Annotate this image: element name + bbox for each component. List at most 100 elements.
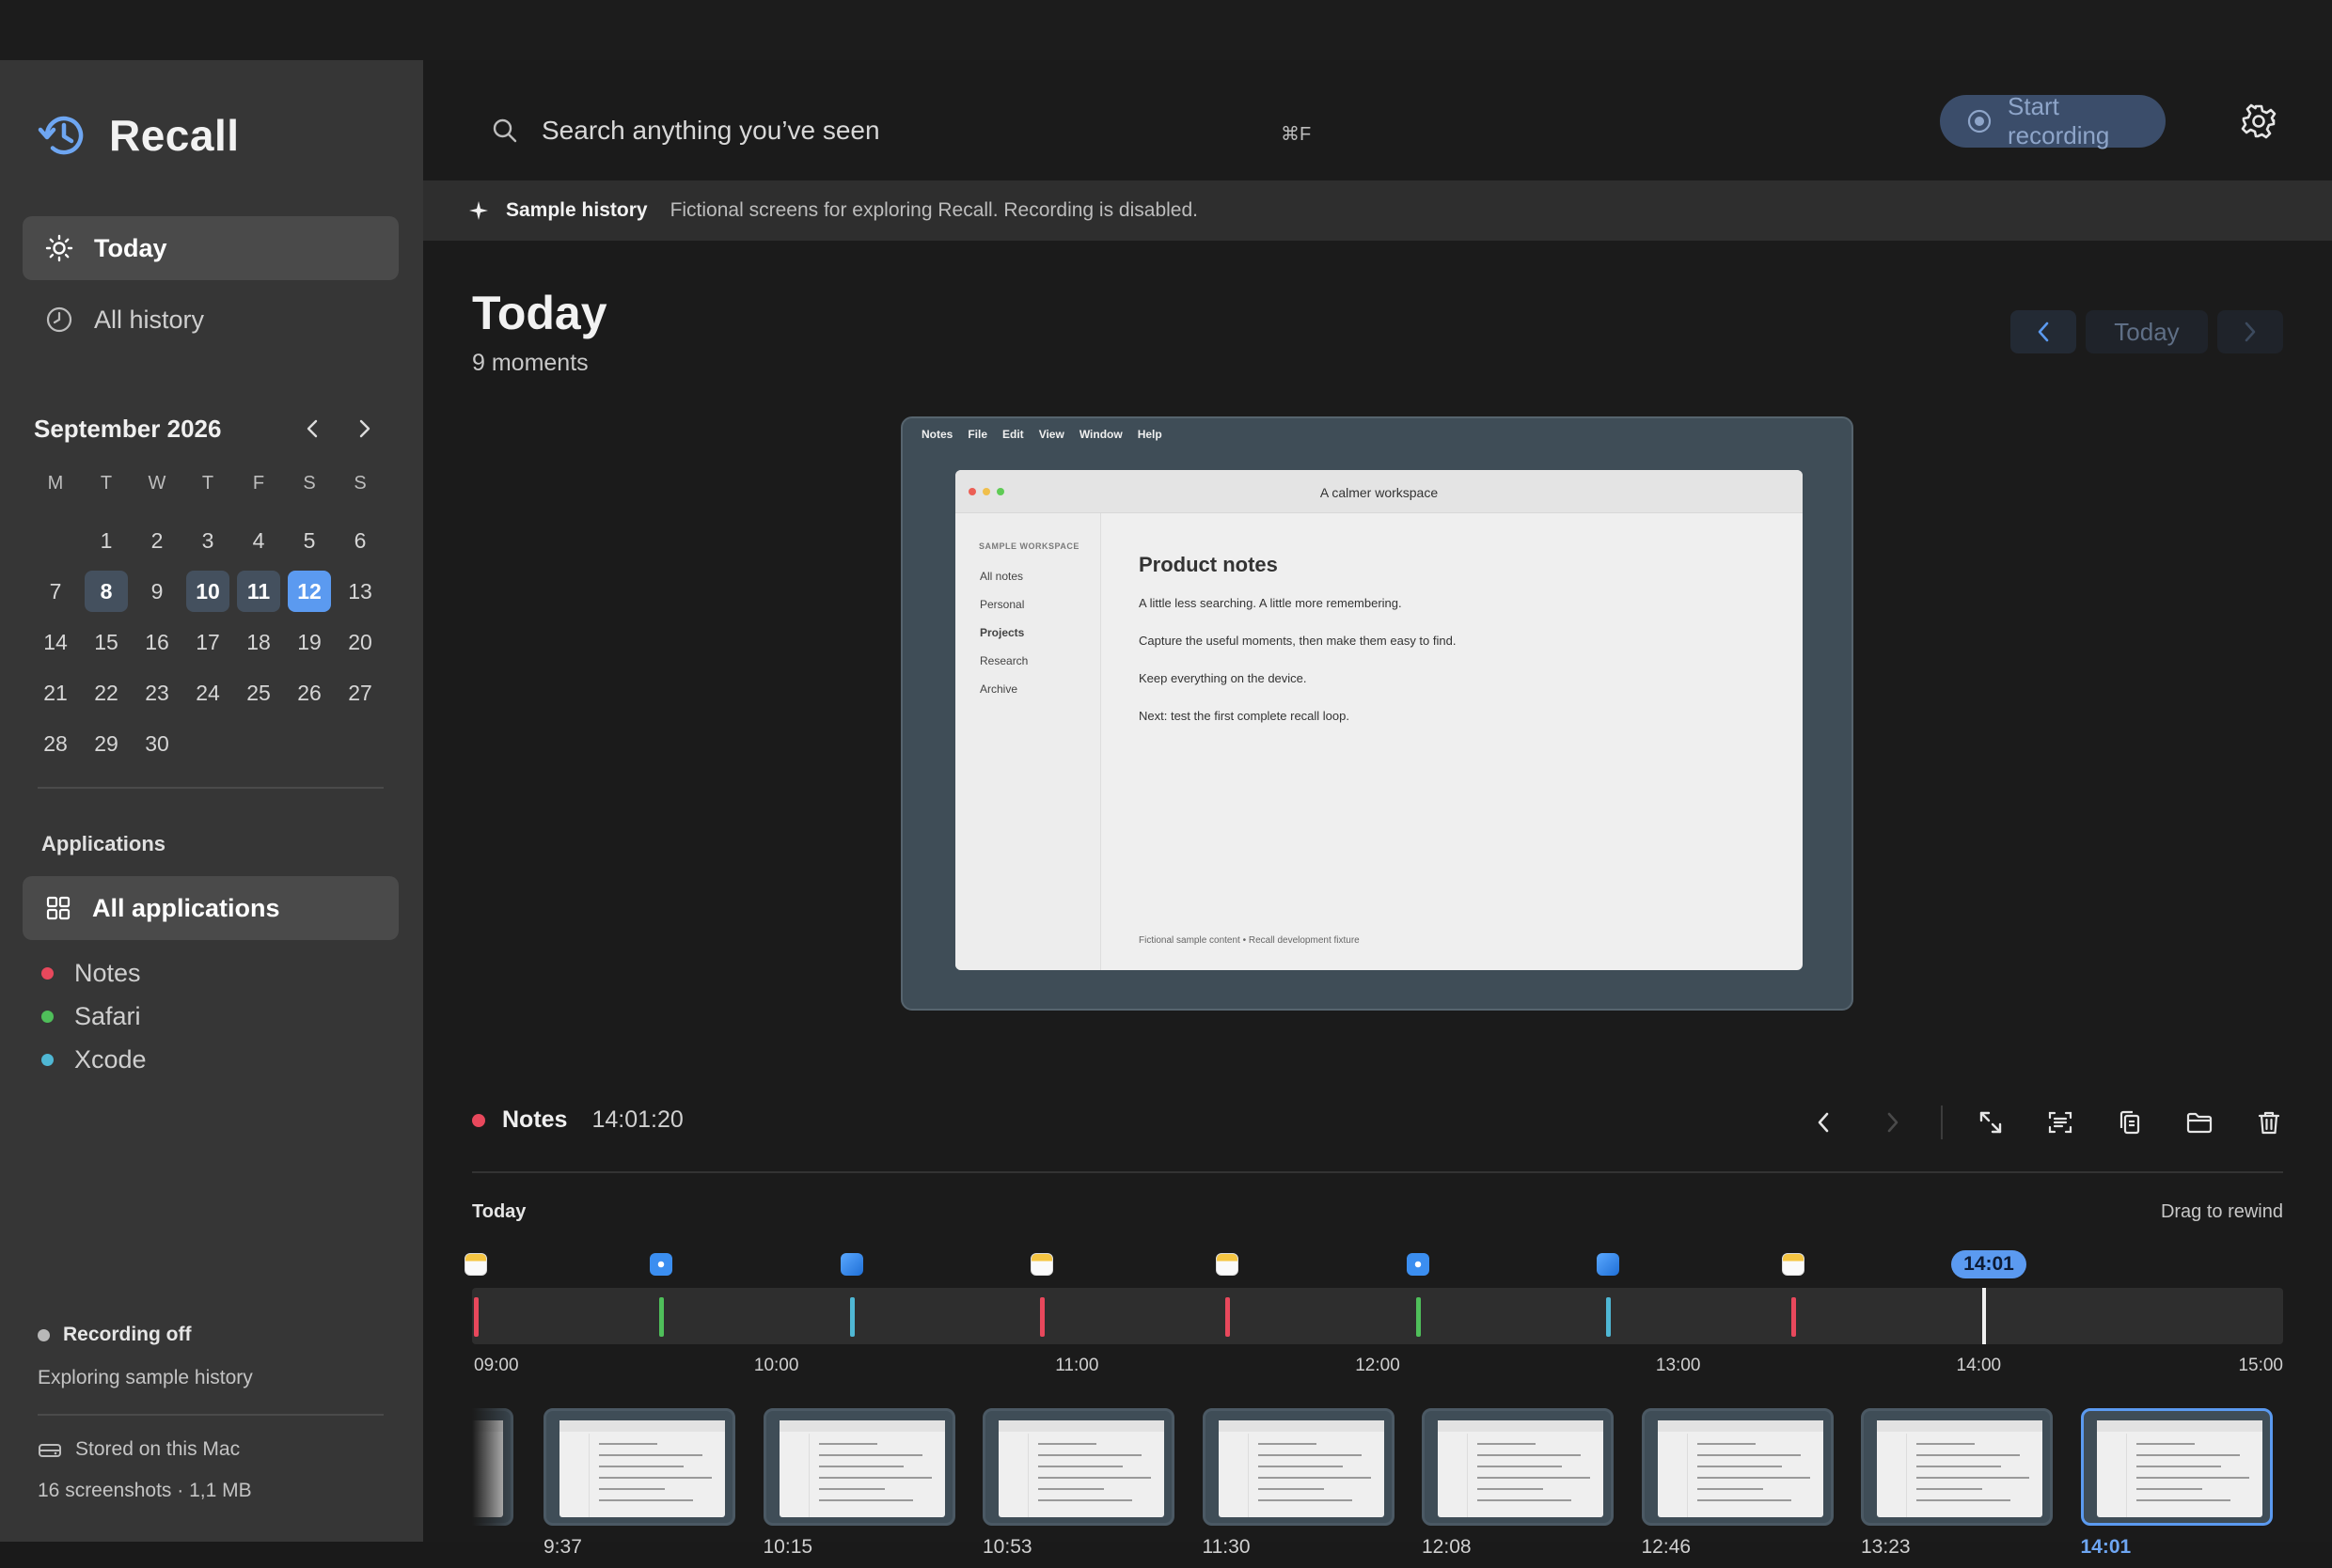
all-applications-item[interactable]: All applications <box>23 876 399 940</box>
calendar-day[interactable]: 25 <box>233 667 284 718</box>
extract-text-button[interactable] <box>2025 1104 2095 1141</box>
calendar-day[interactable]: 19 <box>284 617 335 667</box>
timeline-event-tick[interactable] <box>1791 1297 1797 1337</box>
calendar-day[interactable]: 22 <box>81 667 132 718</box>
calendar-day[interactable]: 28 <box>30 718 81 769</box>
screenshot-thumbnail[interactable] <box>1641 1408 1834 1526</box>
previous-day-button[interactable] <box>2010 310 2076 353</box>
calendar-day[interactable]: 5 <box>284 515 335 566</box>
moments-count: 9 moments <box>472 350 589 376</box>
calendar-day[interactable]: 14 <box>30 617 81 667</box>
safari-app-icon[interactable] <box>1406 1253 1429 1276</box>
calendar-day[interactable]: 8 <box>81 566 132 617</box>
preview-menu-item: Edit <box>1002 428 1024 441</box>
calendar-day[interactable]: 2 <box>132 515 182 566</box>
calendar-day[interactable]: 27 <box>335 667 386 718</box>
app-item-xcode[interactable]: Xcode <box>41 1045 147 1074</box>
notes-app-icon[interactable] <box>465 1253 487 1276</box>
notes-app-icon[interactable] <box>1216 1253 1239 1276</box>
screenshot-thumbnail[interactable] <box>2080 1408 2273 1526</box>
copy-button[interactable] <box>2095 1104 2165 1141</box>
timeline-event-tick[interactable] <box>1225 1297 1231 1337</box>
calendar-day[interactable]: 20 <box>335 617 386 667</box>
app-color-dot <box>41 1054 54 1066</box>
preview-line: A little less searching. A little more r… <box>1139 596 1402 610</box>
notes-app-icon[interactable] <box>1782 1253 1805 1276</box>
calendar-day[interactable]: 13 <box>335 566 386 617</box>
calendar-day[interactable]: 10 <box>182 566 233 617</box>
screenshot-preview[interactable]: Notes File Edit View Window Help A calmer wor… <box>901 416 1853 1011</box>
nav-all-history[interactable]: All history <box>23 288 399 352</box>
calendar-day[interactable]: 6 <box>335 515 386 566</box>
thumbnail-time: 12:46 <box>1641 1536 1692 1558</box>
calendar-day[interactable]: 29 <box>81 718 132 769</box>
thumbnail-time: 14:01 <box>2080 1536 2132 1558</box>
timeline-hint: Drag to rewind <box>2160 1201 2283 1222</box>
expand-button[interactable] <box>1956 1104 2025 1141</box>
next-moment-button[interactable] <box>1858 1104 1928 1141</box>
xcode-app-icon[interactable] <box>1597 1253 1620 1276</box>
calendar-day-selected[interactable]: 12 <box>284 566 335 617</box>
app-item-notes[interactable]: Notes <box>41 959 141 988</box>
timeline-event-tick[interactable] <box>659 1297 665 1337</box>
timeline-event-tick[interactable] <box>474 1297 479 1337</box>
settings-button[interactable] <box>2240 102 2277 140</box>
timeline-event-tick[interactable] <box>1040 1297 1046 1337</box>
calendar-day[interactable]: 17 <box>182 617 233 667</box>
timeline-track[interactable] <box>472 1288 2283 1344</box>
calendar-next-month-button[interactable] <box>339 410 391 447</box>
timeline-event-tick[interactable] <box>1606 1297 1612 1337</box>
screenshot-thumbnail[interactable] <box>983 1408 1174 1526</box>
start-recording-button[interactable]: Start recording <box>1940 92 2166 149</box>
moment-info: Notes 14:01:20 <box>472 1106 684 1134</box>
banner-description: Fictional screens for exploring Recall. … <box>670 199 1198 221</box>
notes-app-icon[interactable] <box>1031 1253 1054 1276</box>
screenshot-thumbnail[interactable] <box>763 1408 955 1526</box>
calendar-day[interactable]: 18 <box>233 617 284 667</box>
safari-app-icon[interactable] <box>650 1253 673 1276</box>
search-bar[interactable] <box>491 103 1337 158</box>
previous-moment-button[interactable] <box>1788 1104 1858 1141</box>
calendar-prev-month-button[interactable] <box>286 410 339 447</box>
calendar-day[interactable]: 15 <box>81 617 132 667</box>
calendar-day[interactable]: 11 <box>233 566 284 617</box>
reveal-in-folder-button[interactable] <box>2165 1104 2234 1141</box>
timeline-hour-labels: 09:00 10:00 11:00 12:00 13:00 14:00 15:00 <box>472 1356 2283 1384</box>
timeline-event-tick[interactable] <box>849 1297 855 1337</box>
app-item-safari[interactable]: Safari <box>41 1002 141 1031</box>
calendar-day[interactable]: 7 <box>30 566 81 617</box>
next-day-button[interactable] <box>2217 310 2283 353</box>
calendar-day[interactable]: 21 <box>30 667 81 718</box>
clock-icon <box>45 306 73 334</box>
screenshot-thumbnail[interactable] <box>1861 1408 2053 1526</box>
timeline-current-time: 14:01 <box>1951 1250 2026 1278</box>
timeline-playhead[interactable] <box>1981 1288 1986 1344</box>
jump-to-today-button[interactable]: Today <box>2086 310 2208 353</box>
screenshot-thumbnail[interactable] <box>1422 1408 1614 1526</box>
chevron-right-icon <box>359 419 370 438</box>
calendar-day[interactable]: 4 <box>233 515 284 566</box>
calendar-day[interactable]: 3 <box>182 515 233 566</box>
calendar-day[interactable]: 24 <box>182 667 233 718</box>
screenshot-thumbnail[interactable] <box>544 1408 735 1526</box>
search-input[interactable] <box>542 116 1256 146</box>
calendar-day[interactable]: 26 <box>284 667 335 718</box>
calendar-day[interactable]: 1 <box>81 515 132 566</box>
folder-icon <box>2186 1112 2213 1134</box>
preview-footer: Fictional sample content • Recall develo… <box>1139 935 1360 946</box>
calendar-day[interactable]: 30 <box>132 718 182 769</box>
screenshot-thumbnail[interactable] <box>1202 1408 1394 1526</box>
search-icon <box>491 117 519 145</box>
preview-line: Capture the useful moments, then make th… <box>1139 634 1457 648</box>
calendar-day[interactable]: 9 <box>132 566 182 617</box>
moment-toolbar <box>1788 1104 2304 1141</box>
calendar-grid: M T W T F S S 1 2 3 4 5 6 7 8 9 10 11 12 13 14 15 16 17 18 19 20 21… <box>30 464 386 769</box>
calendar-day[interactable]: 16 <box>132 617 182 667</box>
calendar-empty-cell <box>30 515 81 566</box>
timeline-event-tick[interactable] <box>1415 1297 1421 1337</box>
delete-button[interactable] <box>2234 1104 2304 1141</box>
calendar-day[interactable]: 23 <box>132 667 182 718</box>
search-shortcut: ⌘F <box>1281 124 1312 145</box>
xcode-app-icon[interactable] <box>840 1253 863 1276</box>
nav-today[interactable]: Today <box>23 216 399 280</box>
